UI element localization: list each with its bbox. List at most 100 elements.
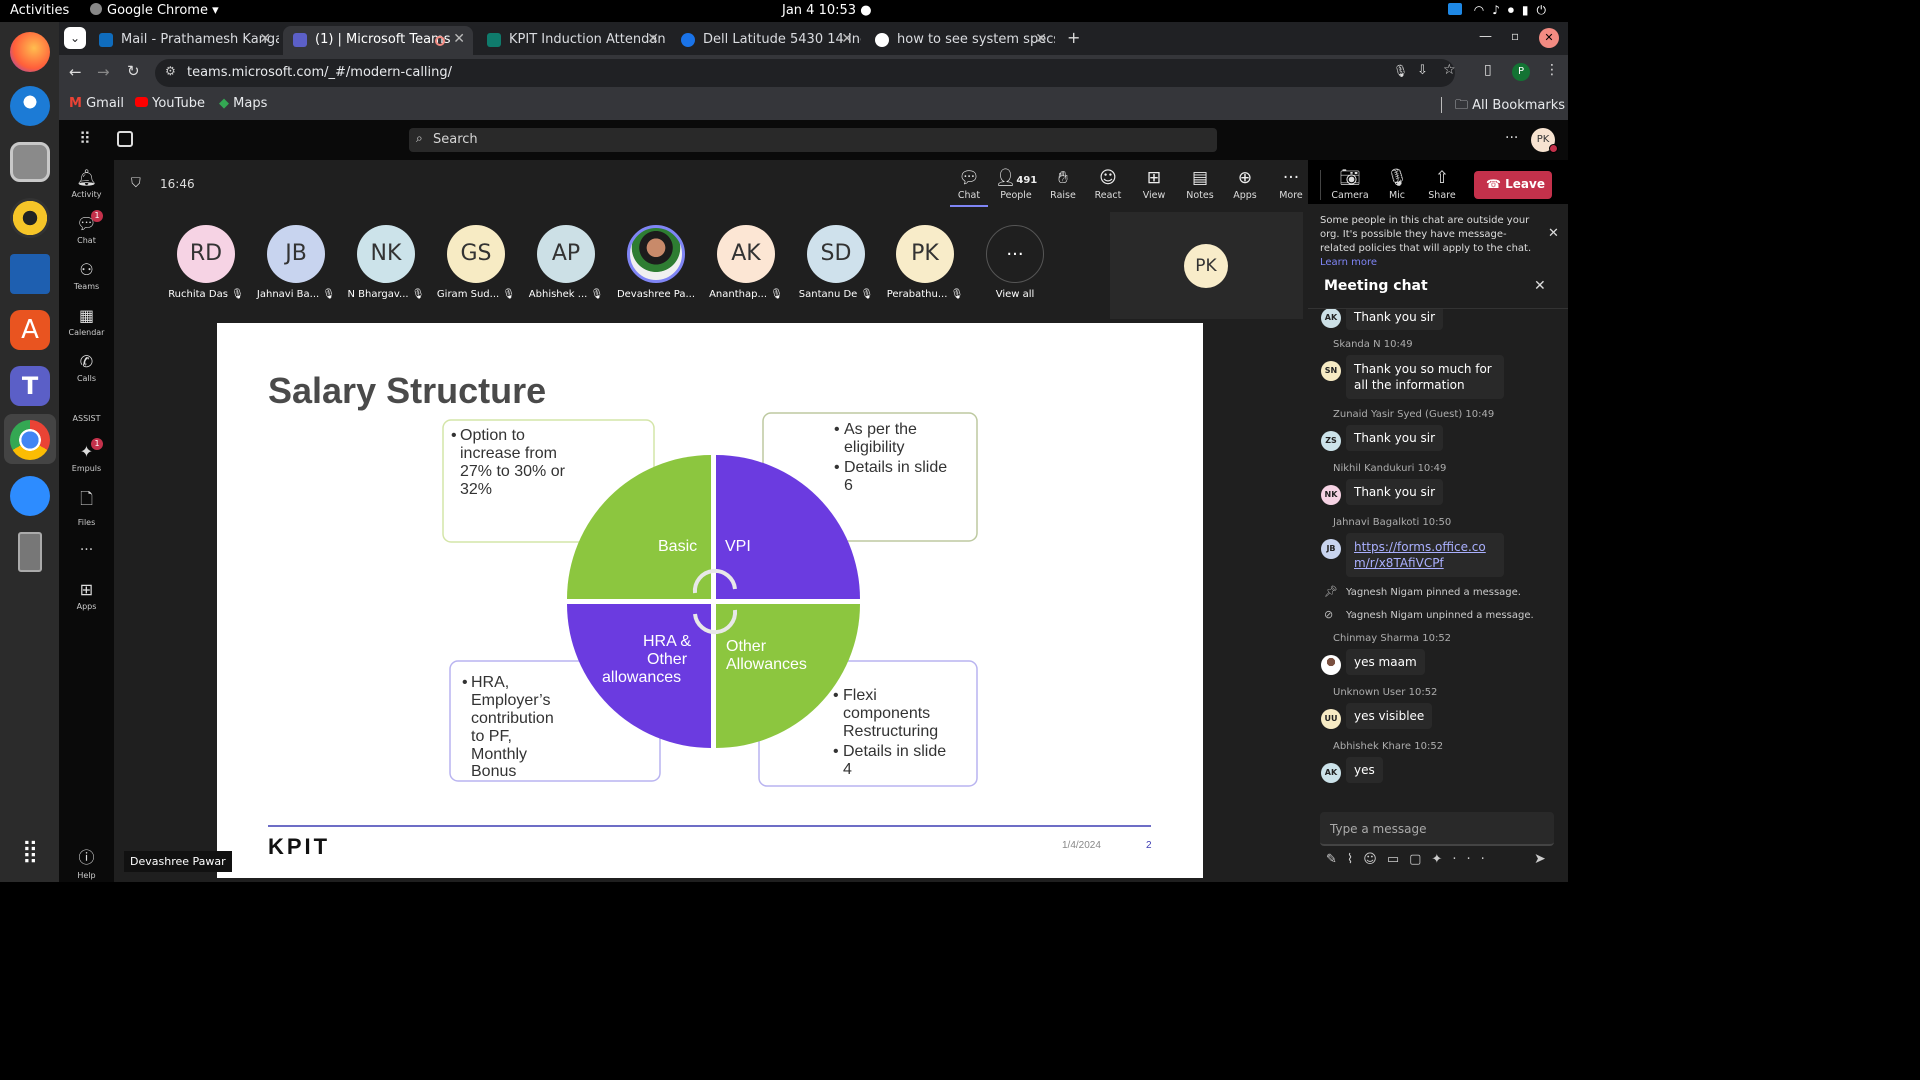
tab-teams[interactable]: (1) | Microsoft Teams ✕: [283, 26, 473, 55]
all-bookmarks[interactable]: 🗀 All Bookmarks: [1455, 96, 1565, 118]
participant-tile[interactable]: NK N Bhargav... 🎙︎: [346, 225, 426, 300]
participant-tile[interactable]: AK Ananthap... 🎙︎: [706, 225, 786, 300]
camera-button[interactable]: 📷︎ Camera: [1328, 168, 1372, 201]
loop-icon[interactable]: ✦: [1431, 852, 1452, 867]
close-icon[interactable]: ✕: [453, 31, 465, 47]
more-options-icon[interactable]: ···: [1452, 852, 1494, 867]
participant-tile[interactable]: PK Perabathu... 🎙︎: [885, 225, 965, 300]
format-icon[interactable]: ✎: [1326, 852, 1347, 867]
participant-tile[interactable]: RD Ruchita Das 🎙︎: [166, 225, 246, 300]
tab-kpit-induction[interactable]: KPIT Induction Attendan ✕: [477, 26, 667, 55]
rail-calls[interactable]: ✆ Calls: [59, 352, 114, 383]
usb-drive-icon[interactable]: [18, 532, 42, 572]
settings-more-icon[interactable]: ···: [1505, 130, 1518, 146]
close-icon[interactable]: ✕: [841, 31, 853, 47]
rail-files[interactable]: 🗋 Files: [59, 488, 114, 527]
learn-more-link[interactable]: Learn more: [1320, 257, 1377, 268]
mic-button[interactable]: 🎙︎ Mic: [1375, 168, 1419, 201]
emoji-icon[interactable]: ☺: [1363, 852, 1387, 867]
gif-icon[interactable]: ▭: [1387, 852, 1409, 867]
close-icon[interactable]: ✕: [1035, 31, 1047, 47]
app-launcher-icon[interactable]: ⠿: [79, 129, 91, 148]
reload-icon[interactable]: ↻: [127, 62, 140, 80]
rail-calendar[interactable]: ▦ Calendar: [59, 306, 114, 337]
thunderbird-icon[interactable]: [10, 86, 50, 126]
rail-more[interactable]: ...: [59, 538, 114, 554]
close-notice-icon[interactable]: ✕: [1548, 226, 1559, 241]
compose-box[interactable]: Type a message: [1320, 812, 1554, 846]
chat-button[interactable]: 💬︎ Chat: [947, 168, 991, 201]
system-tray[interactable]: ◠♪⏺▮⏻: [1447, 3, 1554, 18]
close-icon[interactable]: ✕: [259, 31, 271, 47]
participant-tile[interactable]: GS Giram Sud... 🎙︎: [436, 225, 516, 300]
participant-tile[interactable]: SD Santanu De 🎙︎: [796, 225, 876, 300]
tab-google-search[interactable]: how to see system specs ✕: [865, 26, 1055, 55]
minimize-button[interactable]: —: [1479, 29, 1492, 44]
leave-button[interactable]: ☎︎ Leave: [1474, 171, 1552, 199]
teams-dock-icon[interactable]: T: [10, 366, 50, 406]
site-info-icon[interactable]: ⚙: [165, 64, 176, 78]
tab-dell[interactable]: Dell Latitude 5430 14 Inc ✕: [671, 26, 861, 55]
rail-assist[interactable]: ASSIST: [59, 414, 114, 423]
maximize-button[interactable]: ▫: [1511, 29, 1519, 43]
software-center-icon[interactable]: A: [10, 310, 50, 350]
people-button[interactable]: 👤︎491 People: [994, 168, 1038, 201]
participant-tile-speaker[interactable]: Devashree Pa...: [616, 225, 696, 300]
clock[interactable]: Jan 4 10:53 ●: [782, 3, 872, 18]
activities-button[interactable]: Activities: [10, 3, 69, 18]
rail-chat[interactable]: 💬︎ 1 Chat: [59, 210, 114, 245]
new-tab-button[interactable]: +: [1067, 28, 1080, 47]
send-icon[interactable]: ➤: [1534, 851, 1546, 867]
show-apps-icon[interactable]: ⣿: [10, 832, 50, 872]
bookmark-star-icon[interactable]: ☆: [1443, 62, 1456, 78]
tab-mail[interactable]: Mail - Prathamesh Kanga ✕: [89, 26, 279, 55]
apps-button[interactable]: ⊕ Apps: [1223, 168, 1267, 201]
bookmark-gmail[interactable]: M Gmail: [69, 96, 124, 111]
tab-search-button[interactable]: ⌄: [64, 27, 86, 49]
rail-help[interactable]: ⓘ Help: [59, 844, 114, 880]
rail-activity[interactable]: 🔔︎ Activity: [59, 168, 114, 199]
notes-button[interactable]: ▤ Notes: [1178, 168, 1222, 201]
share-button[interactable]: ⇧ Share: [1420, 168, 1464, 201]
self-view[interactable]: PK: [1110, 212, 1303, 319]
bookmarks-bar: M Gmail YouTube ◆ Maps 🗀 All Bookmarks: [59, 91, 1568, 120]
form-link[interactable]: https://forms.office.com/r/x8TAfiVCPf: [1354, 540, 1486, 570]
participant-tile[interactable]: AP Abhishek ... 🎙︎: [526, 225, 606, 300]
rail-teams[interactable]: ⚇ Teams: [59, 260, 114, 291]
bookmark-maps[interactable]: ◆ Maps: [219, 96, 267, 111]
raise-hand-button[interactable]: ✋︎ Raise: [1041, 168, 1085, 201]
back-icon[interactable]: ←: [69, 63, 82, 81]
react-button[interactable]: ☺ React: [1086, 168, 1130, 201]
participant-tile[interactable]: JB Jahnavi Ba... 🎙︎: [256, 225, 336, 300]
writer-icon[interactable]: [10, 254, 50, 294]
chrome-dock-icon[interactable]: [10, 420, 50, 460]
rhythmbox-icon[interactable]: [10, 198, 50, 238]
window-close-button[interactable]: ✕: [1539, 28, 1559, 48]
address-bar[interactable]: ⚙ teams.microsoft.com/_#/modern-calling/: [155, 59, 1455, 87]
rail-apps[interactable]: ⊞ Apps: [59, 580, 114, 611]
close-icon[interactable]: ✕: [647, 31, 659, 47]
forward-icon[interactable]: →: [97, 63, 110, 81]
view-all-button[interactable]: ··· View all: [975, 225, 1055, 300]
more-button[interactable]: ··· More: [1269, 168, 1313, 201]
sticker-icon[interactable]: ▢: [1409, 852, 1431, 867]
close-chat-icon[interactable]: ✕: [1534, 278, 1546, 294]
firefox-icon[interactable]: [10, 32, 50, 72]
side-panel-icon[interactable]: ▯: [1484, 62, 1492, 78]
app-menu[interactable]: Google Chrome ▾: [90, 3, 219, 18]
bookmark-youtube[interactable]: YouTube: [135, 96, 205, 111]
attach-icon[interactable]: ⌇: [1347, 852, 1363, 867]
message-text: Thank you sir: [1354, 431, 1436, 445]
files-app-icon[interactable]: [10, 142, 50, 182]
search-input[interactable]: ⌕ Search: [409, 128, 1217, 152]
profile-avatar[interactable]: P: [1512, 63, 1530, 81]
box-vpi-line: 6: [844, 477, 853, 494]
app-name: Google Chrome: [107, 3, 208, 18]
chrome-menu-icon[interactable]: ⋮: [1545, 62, 1559, 78]
shield-icon[interactable]: ⛉: [131, 176, 141, 191]
view-button[interactable]: ⊞ View: [1132, 168, 1176, 201]
voice-search-icon[interactable]: 🎙︎: [1393, 64, 1408, 78]
zoom-icon[interactable]: [10, 476, 50, 516]
install-icon[interactable]: ⇩: [1417, 63, 1428, 78]
rail-empuls[interactable]: ✦ 1 Empuls: [59, 438, 114, 473]
